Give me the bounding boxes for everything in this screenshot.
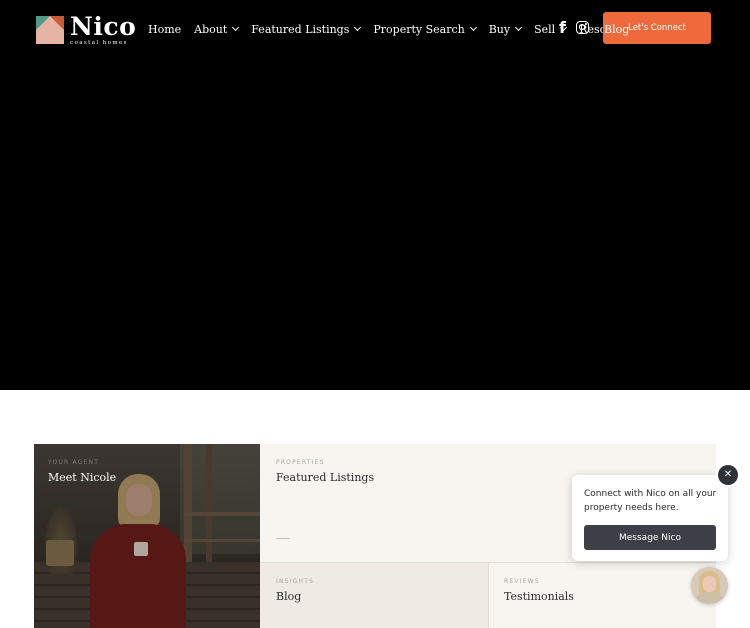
card-eyebrow: REVIEWS (504, 578, 540, 585)
divider (276, 538, 290, 539)
message-nico-label: Message Nico (619, 532, 681, 543)
nav-item-label: Sell (534, 22, 556, 36)
facebook-icon[interactable]: f (559, 19, 566, 37)
nav-item-label: Property Search (373, 22, 465, 36)
card-eyebrow: INSIGHTS (276, 578, 315, 585)
chat-popup: Connect with Nico on all your property n… (572, 475, 728, 561)
chat-message: Connect with Nico on all your property n… (584, 489, 717, 513)
logo-name: Nico (70, 12, 137, 41)
card-title: Meet Nicole (48, 471, 117, 484)
nav-item-label: About (194, 22, 228, 36)
nav-item-about[interactable]: About (194, 22, 240, 36)
logo-mark-icon (36, 16, 64, 44)
card-testimonials[interactable]: REVIEWS Testimonials (489, 562, 716, 628)
card-title: Blog (276, 590, 302, 603)
chevron-down-icon (354, 23, 362, 32)
card-title: Testimonials (504, 590, 574, 603)
chat-avatar[interactable] (691, 567, 728, 604)
nav-item-label: Home (148, 22, 182, 36)
nav-item-property-search[interactable]: Property Search (373, 22, 477, 36)
site-logo[interactable]: Nico coastal homes (36, 12, 137, 46)
card-eyebrow: PROPERTIES (276, 459, 325, 466)
card-title: Featured Listings (276, 471, 375, 484)
nav-item-label: Featured Listings (251, 22, 350, 36)
hero-video-area (0, 0, 750, 390)
message-nico-button[interactable]: Message Nico (584, 525, 716, 550)
close-icon[interactable]: ✕ (718, 465, 738, 485)
lets-connect-label: Let's Connect (628, 23, 686, 33)
nav-item-blog[interactable]: Blog (604, 23, 629, 36)
card-blog[interactable]: INSIGHTS Blog (260, 562, 489, 628)
nav-item-label: Buy (488, 22, 511, 36)
nav-item-buy[interactable]: Buy (488, 22, 523, 36)
chevron-down-icon (515, 23, 523, 32)
nav-item-featured-listings[interactable]: Featured Listings (251, 22, 362, 36)
logo-tagline: coastal homes (70, 40, 128, 46)
card-eyebrow: YOUR AGENT (48, 459, 100, 466)
chevron-down-icon (232, 23, 240, 32)
chevron-down-icon (469, 23, 477, 32)
instagram-icon[interactable] (576, 21, 589, 34)
card-meet-nicole[interactable]: YOUR AGENT Meet Nicole (34, 444, 260, 628)
nav-item-home[interactable]: Home (148, 23, 181, 36)
main-nav: Home About Featured Listings Property Se… (148, 22, 650, 36)
